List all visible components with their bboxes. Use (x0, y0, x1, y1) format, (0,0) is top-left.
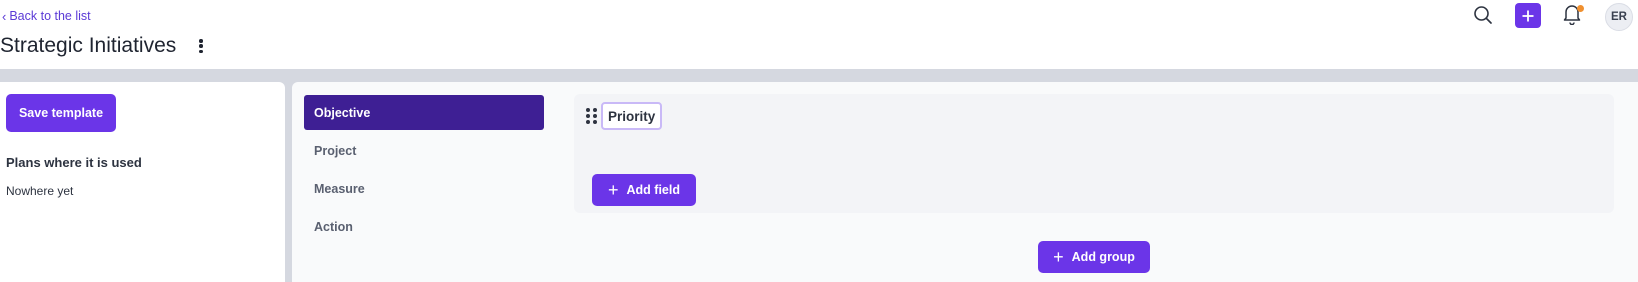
plans-heading: Plans where it is used (6, 155, 142, 170)
add-group-button[interactable]: + Add group (1038, 241, 1150, 273)
save-template-button[interactable]: Save template (6, 94, 116, 132)
add-field-label: Add field (626, 183, 680, 197)
template-editor: Objective Project Measure Action Priorit… (292, 82, 1638, 282)
notification-badge (1577, 5, 1584, 12)
create-button[interactable] (1515, 3, 1541, 28)
page-title: Strategic Initiatives (0, 34, 177, 57)
back-to-list-link[interactable]: ‹ Back to the list (2, 9, 91, 23)
type-item-action[interactable]: Action (304, 209, 544, 244)
avatar[interactable]: ER (1605, 3, 1633, 31)
type-item-project[interactable]: Project (304, 133, 544, 168)
top-bar: ‹ Back to the list Strategic Initiatives… (0, 0, 1638, 69)
plans-empty-text: Nowhere yet (6, 184, 74, 198)
entity-type-list: Objective Project Measure Action (304, 95, 544, 247)
drag-handle-icon[interactable] (586, 108, 598, 124)
plus-icon: + (1053, 247, 1064, 267)
type-item-objective[interactable]: Objective (304, 95, 544, 130)
template-sidebar: Save template Plans where it is used Now… (0, 82, 285, 282)
add-field-button[interactable]: + Add field (592, 174, 696, 206)
chevron-left-icon: ‹ (2, 8, 7, 24)
more-options-icon[interactable] (194, 37, 208, 55)
plus-icon: + (608, 180, 619, 200)
search-icon[interactable] (1472, 4, 1494, 26)
add-group-label: Add group (1071, 250, 1135, 264)
notifications-button[interactable] (1562, 3, 1584, 27)
plus-icon (1522, 10, 1534, 21)
back-link-label: Back to the list (9, 9, 91, 23)
field-group: Priority + Add field (574, 94, 1614, 213)
type-item-measure[interactable]: Measure (304, 171, 544, 206)
field-chip[interactable]: Priority (601, 102, 663, 130)
